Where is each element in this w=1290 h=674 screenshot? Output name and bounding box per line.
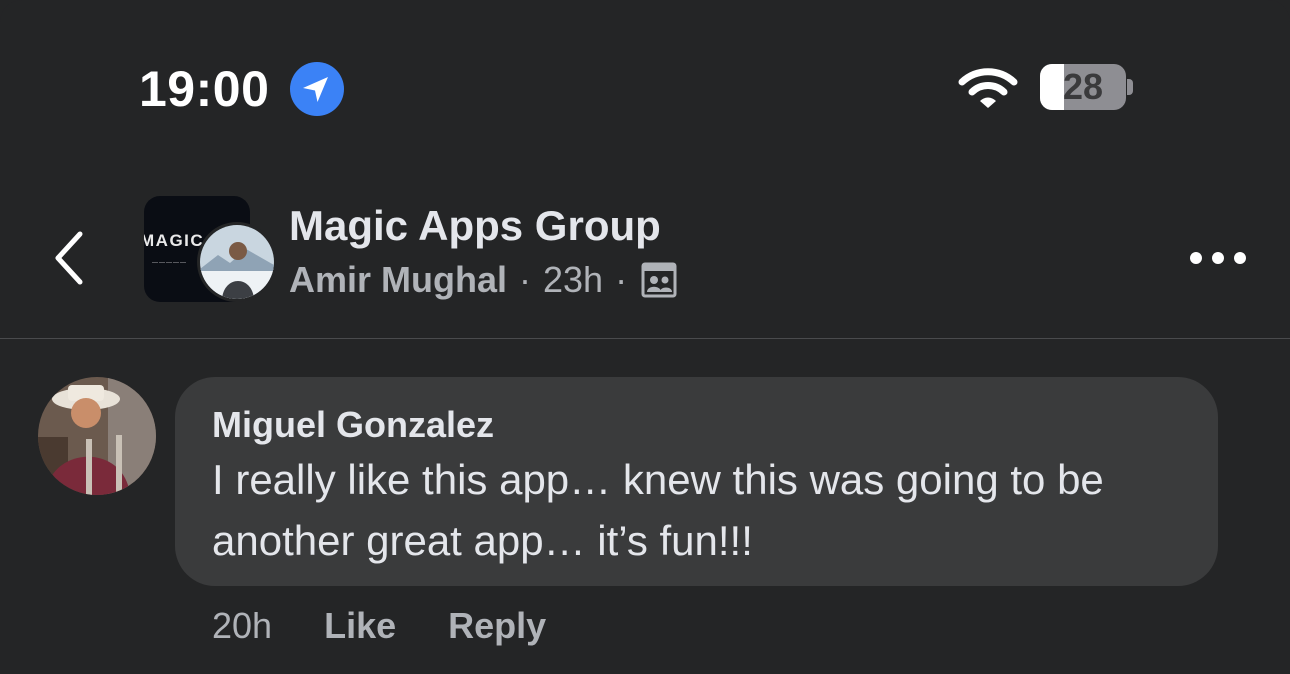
comment-bubble[interactable]: Miguel Gonzalez I really like this app… …: [175, 377, 1218, 586]
comment-time[interactable]: 20h: [212, 604, 272, 648]
more-horizontal-icon[interactable]: [1188, 250, 1248, 266]
like-button[interactable]: Like: [324, 604, 396, 648]
reply-button[interactable]: Reply: [448, 604, 546, 648]
meta-separator: ·: [615, 259, 628, 300]
group-avatar-tagline-graphic: —————: [152, 260, 187, 266]
battery-cap: [1127, 79, 1133, 95]
comment-actions: 20h Like Reply: [212, 604, 546, 648]
meta-separator: ·: [519, 259, 532, 300]
post-time[interactable]: 23h: [543, 258, 603, 302]
screen: 19:00 28 MAGIC ————— Magic Apps Group Am…: [0, 0, 1290, 674]
group-avatar-logo: MAGIC: [144, 231, 205, 250]
location-arrow-icon: [290, 62, 344, 116]
commenter-avatar[interactable]: [38, 377, 156, 495]
battery-level: 28: [1062, 66, 1104, 107]
post-author[interactable]: Amir Mughal: [289, 258, 507, 302]
status-time: 19:00: [139, 61, 270, 117]
wifi-icon: [958, 68, 1018, 108]
author-photo: [200, 225, 274, 299]
chevron-left-icon[interactable]: [50, 228, 90, 288]
group-name[interactable]: Magic Apps Group: [289, 200, 661, 252]
commenter-photo: [38, 377, 156, 495]
battery-indicator: 28: [1040, 64, 1126, 110]
group-members-icon: [641, 262, 677, 298]
commenter-name[interactable]: Miguel Gonzalez: [212, 403, 494, 447]
comment-text: I really like this app… knew this was go…: [212, 456, 1104, 564]
header-divider: [0, 338, 1290, 339]
author-avatar[interactable]: [197, 222, 277, 302]
post-meta: Amir Mughal · 23h ·: [289, 258, 677, 302]
